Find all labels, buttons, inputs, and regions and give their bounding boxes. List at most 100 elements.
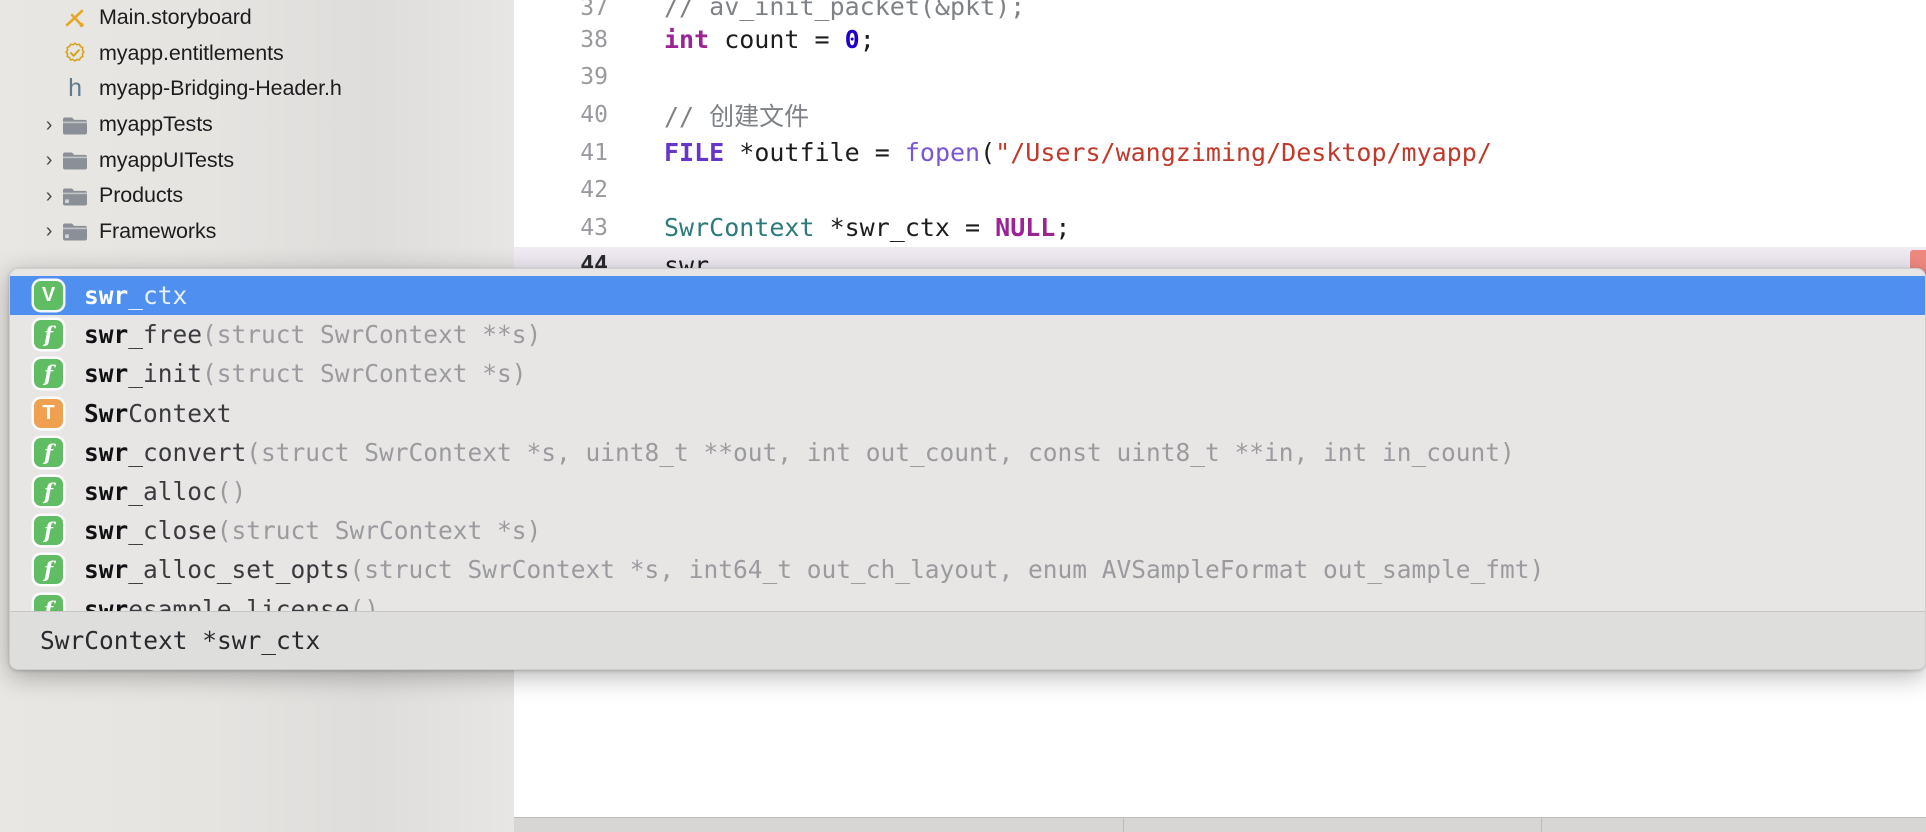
completion-prefix: swr [84, 516, 129, 546]
function-badge-icon: f [34, 359, 63, 389]
function-badge-icon: f [34, 320, 63, 350]
pane-divider[interactable] [1123, 818, 1124, 832]
line-number: 41 [580, 139, 608, 166]
tree-item-label: myappTests [99, 112, 213, 137]
folder-icon [60, 220, 90, 242]
completion-item-swr-close[interactable]: f swr_close(struct SwrContext *s) [10, 511, 1925, 550]
completion-rest: _ctx [128, 281, 188, 311]
completion-signature: (struct SwrContext *s) [216, 516, 542, 546]
code-token-type: SwrContext [664, 213, 815, 243]
completion-rest: _alloc_set_opts [128, 555, 350, 585]
tree-item-myapptests[interactable]: › myappTests [0, 107, 514, 143]
code-line: 43 SwrContext *swr_ctx = NULL; [514, 209, 1926, 247]
completion-label: SwrContext [84, 399, 232, 428]
completion-rest: Context [128, 398, 232, 428]
tree-item-label: Products [99, 183, 184, 208]
tree-item-label: myappUITests [99, 147, 235, 172]
completion-signature: (struct SwrContext *s, int64_t out_ch_la… [349, 555, 1545, 585]
code-token-macro: NULL [995, 213, 1056, 243]
tree-item-label: myapp-Bridging-Header.h [99, 76, 342, 101]
code-completion-popup[interactable]: V swr_ctx f swr_free(struct SwrContext *… [9, 268, 1926, 670]
pane-divider[interactable] [1541, 818, 1542, 832]
storyboard-icon [60, 6, 90, 30]
code-content: int count = 0; [626, 25, 1926, 54]
variable-badge-icon: V [34, 281, 63, 311]
tree-item-myapp-entitlements[interactable]: › myapp.entitlements [0, 36, 514, 72]
code-line: 41 FILE *outfile = fopen("/Users/wangzim… [514, 134, 1926, 172]
code-token-comment: // av_init_packet(&pkt); [664, 0, 1026, 21]
code-line: 37 // av_init_packet(&pkt); [514, 0, 1926, 21]
code-token-keyword: int [664, 25, 710, 55]
completion-label: swr_ctx [84, 281, 187, 310]
header-file-icon: h [68, 74, 82, 103]
completion-detail-bar: SwrContext *swr_ctx [10, 611, 1925, 669]
completion-item-swr-convert[interactable]: f swr_convert(struct SwrContext *s, uint… [10, 433, 1925, 472]
code-token-identifier: count = [709, 25, 845, 55]
line-number: 40 [580, 101, 608, 128]
completion-signature: (struct SwrContext *s) [202, 359, 527, 389]
editor-bottom-bar [514, 817, 1926, 832]
completion-label: swr_init(struct SwrContext *s) [84, 359, 527, 388]
function-badge-icon: f [34, 477, 63, 507]
tree-item-label: myapp.entitlements [99, 40, 284, 65]
completion-prefix: swr [84, 320, 129, 350]
completion-label: swr_alloc_set_opts(struct SwrContext *s,… [84, 555, 1544, 584]
tree-item-myappuitests[interactable]: › myappUITests [0, 142, 514, 178]
folder-icon [60, 114, 90, 136]
completion-detail-text: SwrContext *swr_ctx [40, 626, 321, 655]
folder-icon [60, 185, 90, 207]
code-token-identifier: *swr_ctx = [814, 213, 996, 243]
completion-rest: _close [128, 516, 217, 546]
completion-item-swrcontext[interactable]: T SwrContext [10, 394, 1925, 433]
code-line: 39 [514, 59, 1926, 97]
function-badge-icon: f [34, 516, 63, 546]
code-line: 38 int count = 0; [514, 21, 1926, 59]
completion-label: swr_close(struct SwrContext *s) [84, 516, 541, 545]
completion-item-swr-ctx[interactable]: V swr_ctx [10, 276, 1925, 316]
folder-icon [60, 149, 90, 171]
code-token-string: "/Users/wangziming/Desktop/myapp/ [995, 138, 1492, 168]
completion-item-swr-init[interactable]: f swr_init(struct SwrContext *s) [10, 354, 1925, 393]
code-content: FILE *outfile = fopen("/Users/wangziming… [626, 138, 1926, 167]
disclosure-triangle[interactable]: › [38, 150, 60, 170]
disclosure-triangle[interactable]: › [38, 221, 60, 241]
completion-label: swr_convert(struct SwrContext *s, uint8_… [84, 438, 1515, 467]
tree-item-bridging-header[interactable]: › h myapp-Bridging-Header.h [0, 71, 514, 107]
code-token-punct: ; [1055, 213, 1071, 243]
completion-label: swr_alloc() [84, 477, 246, 506]
disclosure-triangle[interactable]: › [38, 115, 60, 135]
completion-prefix: swr [84, 477, 129, 507]
line-number: 38 [580, 26, 608, 53]
code-token-function: fopen [904, 138, 981, 168]
completion-prefix: swr [84, 437, 129, 467]
line-number: 37 [580, 0, 608, 21]
completion-item-swr-alloc[interactable]: f swr_alloc() [10, 472, 1925, 511]
code-line: 40 // 创建文件 [514, 96, 1926, 134]
code-token-identifier: *outfile = [724, 138, 905, 168]
code-line: 42 [514, 171, 1926, 209]
completion-signature: (struct SwrContext **s) [202, 320, 542, 350]
completion-rest: _convert [128, 437, 247, 467]
completion-signature: (struct SwrContext *s, uint8_t **out, in… [246, 437, 1515, 467]
function-badge-icon: f [34, 555, 63, 585]
code-token-number: 0 [844, 25, 860, 55]
function-badge-icon: f [34, 437, 63, 467]
code-content: // av_init_packet(&pkt); [626, 0, 1926, 21]
disclosure-triangle[interactable]: › [38, 186, 60, 206]
line-number: 42 [580, 177, 608, 204]
disclosure-triangle: › [38, 8, 60, 28]
completion-list[interactable]: V swr_ctx f swr_free(struct SwrContext *… [10, 269, 1925, 629]
completion-item-swr-alloc-set-opts[interactable]: f swr_alloc_set_opts(struct SwrContext *… [10, 550, 1925, 589]
xcode-window: › Main.storyboard › myapp.entitlements [0, 0, 1926, 832]
tree-item-main-storyboard[interactable]: › Main.storyboard [0, 0, 514, 36]
code-content: SwrContext *swr_ctx = NULL; [626, 213, 1926, 242]
tree-item-frameworks[interactable]: › Frameworks [0, 214, 514, 250]
completion-rest: _alloc [128, 477, 217, 507]
code-token-comment: // 创建文件 [664, 101, 810, 131]
tree-item-products[interactable]: › Products [0, 178, 514, 214]
completion-item-swr-free[interactable]: f swr_free(struct SwrContext **s) [10, 315, 1925, 354]
tree-item-label: Frameworks [99, 218, 217, 243]
entitlements-icon [60, 41, 90, 65]
completion-signature: () [216, 477, 247, 507]
completion-prefix: swr [84, 281, 129, 311]
